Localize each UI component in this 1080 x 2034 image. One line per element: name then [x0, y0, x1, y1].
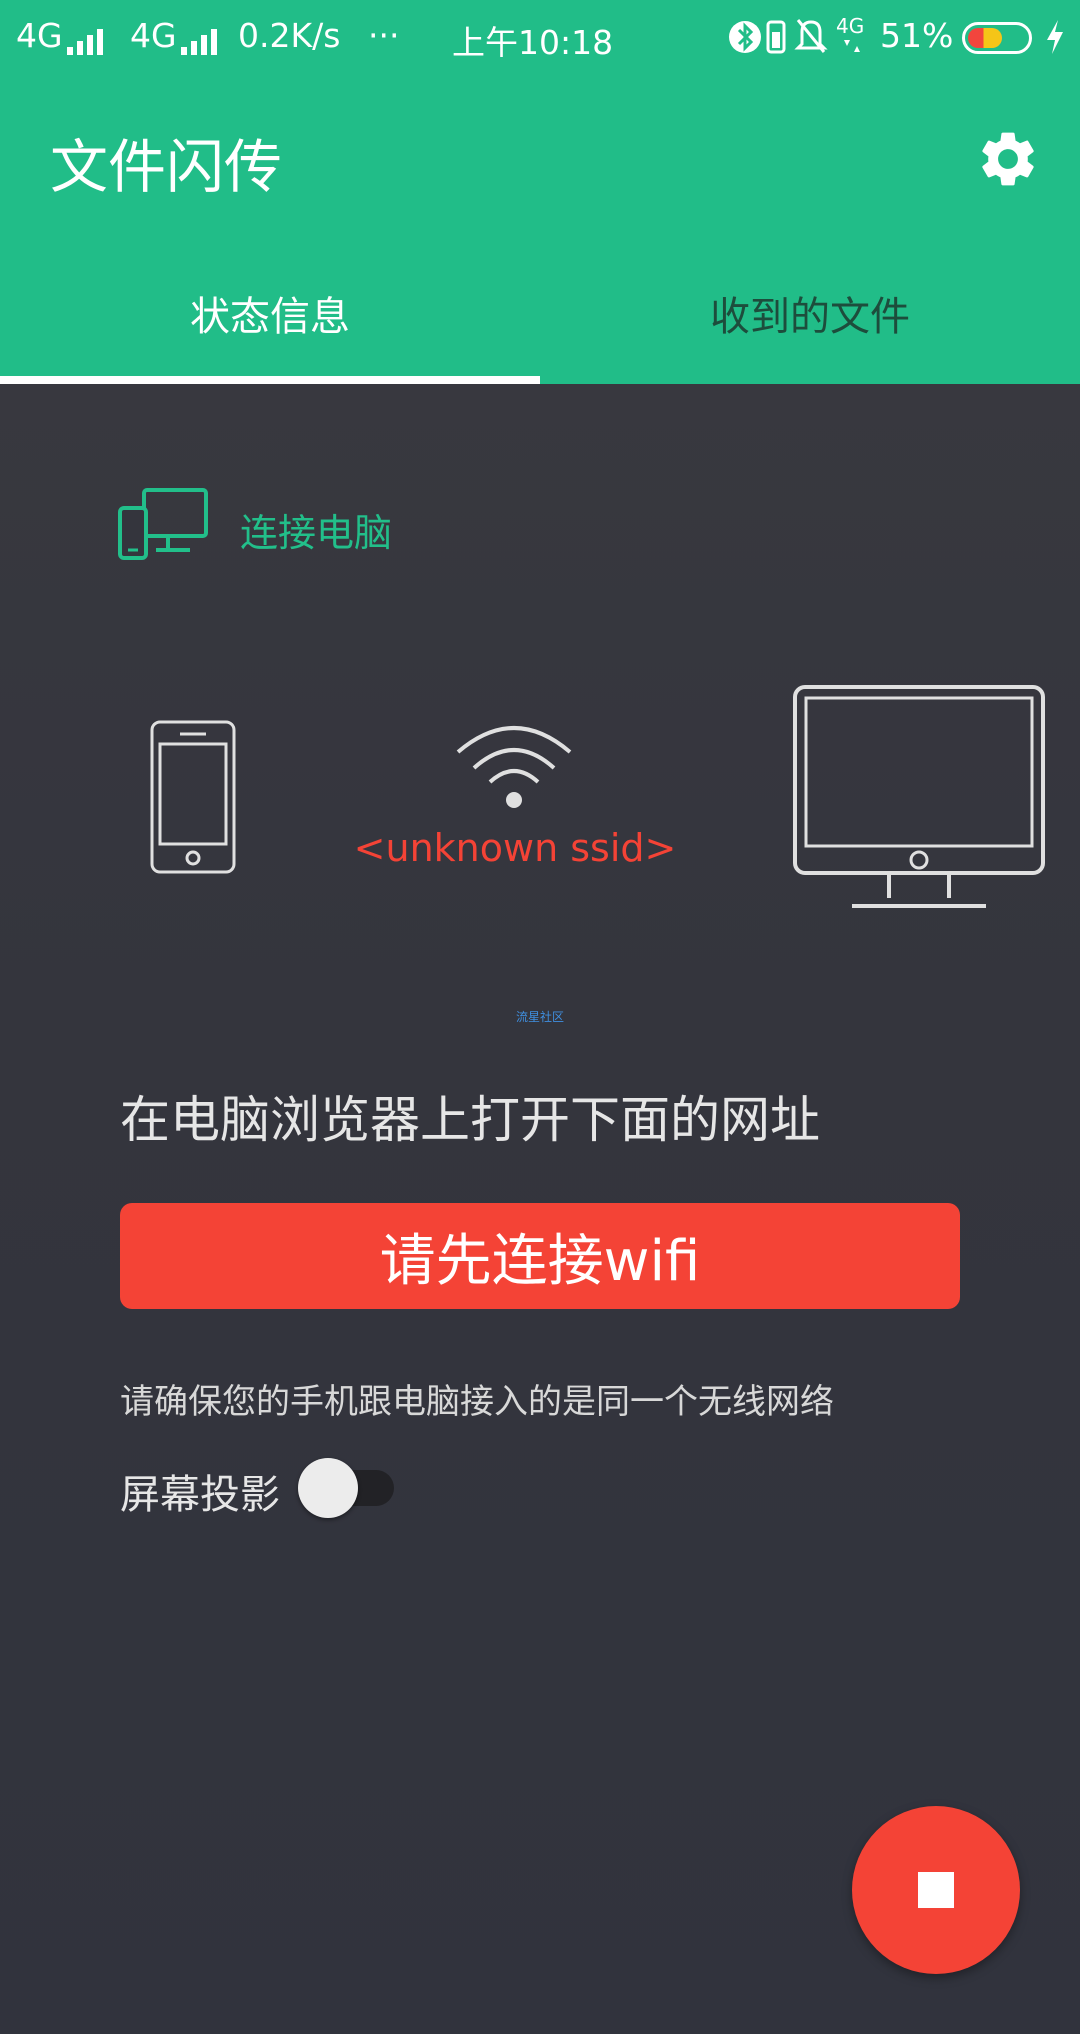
tab-indicator: [0, 376, 540, 384]
signal-2: 4G: [130, 16, 221, 55]
status-bar: 4G 4G 0.2K/s ··· 上午10:18 4G 51%: [0, 0, 1080, 76]
vibrate-icon: [766, 20, 786, 54]
gear-icon[interactable]: [975, 126, 1041, 192]
clock: 上午10:18: [452, 23, 614, 62]
network-badge: 4G: [836, 14, 865, 38]
ssid-text: <unknown ssid>: [353, 826, 677, 870]
signal-bars-icon: [180, 16, 221, 55]
stop-button[interactable]: [852, 1806, 1020, 1974]
watermark: 流星社区: [515, 1010, 564, 1024]
signal-2-label: 4G: [130, 16, 177, 55]
phone-icon: [150, 720, 236, 874]
toggle-knob: [298, 1458, 358, 1518]
instruction-text: 在电脑浏览器上打开下面的网址: [120, 1091, 820, 1149]
stop-icon: [918, 1872, 954, 1908]
same-network-hint: 请确保您的手机跟电脑接入的是同一个无线网络: [120, 1382, 834, 1422]
battery-icon: [962, 22, 1032, 54]
tab-status-info[interactable]: 状态信息: [0, 284, 540, 342]
wifi-icon: [456, 726, 572, 808]
app-title: 文件闪传: [50, 133, 283, 201]
battery-percent: 51%: [880, 16, 954, 55]
devices-icon: [118, 488, 208, 560]
bluetooth-icon: [729, 21, 761, 53]
app-header: 4G 4G 0.2K/s ··· 上午10:18 4G 51% 文件闪传 状态信…: [0, 0, 1080, 384]
monitor-icon: [793, 685, 1045, 908]
network-speed: 0.2K/s: [238, 16, 341, 55]
tab-received-files[interactable]: 收到的文件: [540, 284, 1080, 342]
connect-pc-label[interactable]: 连接电脑: [240, 502, 392, 557]
signal-1: 4G: [16, 16, 107, 55]
screen-projection-label: 屏幕投影: [120, 1472, 280, 1518]
more-notifications: ···: [368, 16, 400, 55]
connect-wifi-button[interactable]: 请先连接wifi: [120, 1203, 960, 1309]
mute-bell-icon: [794, 19, 828, 53]
signal-bars-icon: [66, 16, 107, 55]
charging-icon: [1047, 20, 1063, 54]
screen-projection-toggle[interactable]: [298, 1458, 394, 1518]
signal-1-label: 4G: [16, 16, 63, 55]
data-arrows-icon: [844, 40, 860, 52]
